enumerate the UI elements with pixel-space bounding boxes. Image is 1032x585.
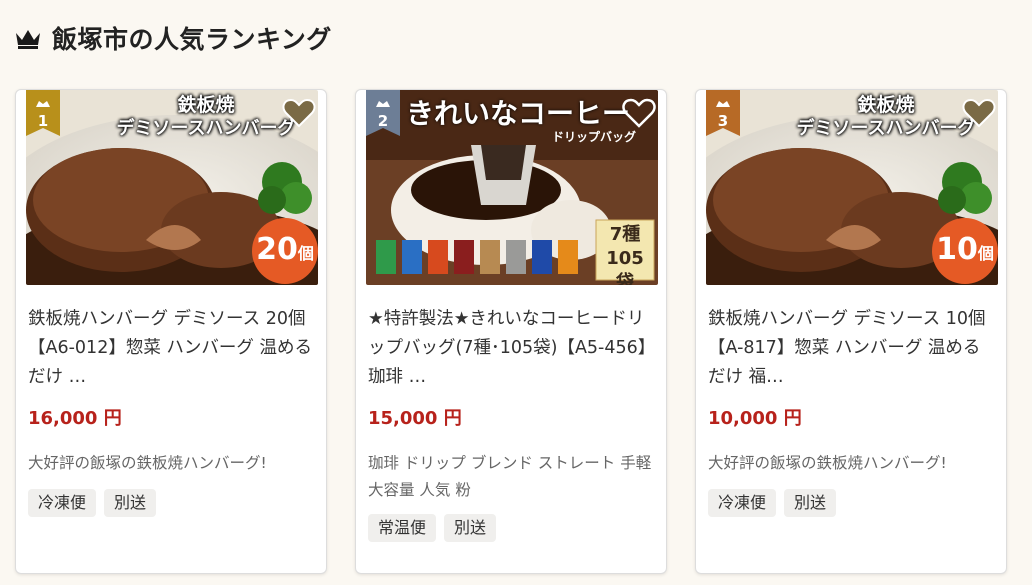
- product-name[interactable]: ★特許製法★きれいなコーヒードリップバッグ(7種･105袋)【A5-456】珈琲…: [368, 305, 656, 392]
- count-unit: 個: [977, 244, 994, 263]
- product-image[interactable]: 鉄板焼 デミソースハンバーグ 10 個: [706, 90, 998, 285]
- product-card[interactable]: きれいなコーヒー ドリップバッグ 7種 105袋 2 ★特許製法★きれいなコーヒ…: [355, 89, 667, 574]
- kinds-badge: 7種 105袋: [598, 223, 652, 285]
- product-name[interactable]: 鉄板焼ハンバーグ デミソース 20個【A6-012】惣菜 ハンバーグ 温めるだけ…: [28, 305, 316, 392]
- product-catchcopy: 珈琲 ドリップ ブレンド ストレート 手軽 大容量 人気 粉: [368, 454, 652, 499]
- product-catchcopy: 大好評の飯塚の鉄板焼ハンバーグ!: [708, 454, 947, 472]
- product-image[interactable]: きれいなコーヒー ドリップバッグ 7種 105袋: [366, 90, 658, 285]
- rank-badge-gold: 1: [26, 90, 60, 136]
- product-card[interactable]: 鉄板焼 デミソースハンバーグ 10 個 3 鉄板焼ハンバーグ デミソース 10個…: [695, 89, 1007, 574]
- product-catchcopy: 大好評の飯塚の鉄板焼ハンバーグ!: [28, 454, 267, 472]
- product-price: 10,000 円: [708, 408, 802, 429]
- product-image[interactable]: 鉄板焼 デミソースハンバーグ 20 個: [26, 90, 318, 285]
- crown-icon: [16, 30, 40, 49]
- product-card[interactable]: 鉄板焼 デミソースハンバーグ 20 個 1 鉄板焼ハンバーグ デミソース 20個…: [15, 89, 327, 574]
- heart-icon[interactable]: [962, 98, 996, 128]
- tag-list: 冷凍便 別送: [708, 489, 837, 517]
- tag-list: 冷凍便 別送: [28, 489, 157, 517]
- delivery-tag: 別送: [784, 489, 837, 517]
- overlay-title: きれいなコーヒー: [406, 97, 631, 130]
- rank-number: 1: [38, 112, 48, 130]
- heart-icon[interactable]: [282, 98, 316, 128]
- count-badge: 20 個: [252, 218, 318, 284]
- delivery-tag: 別送: [104, 489, 157, 517]
- count-number: 10: [936, 232, 978, 267]
- count-unit: 個: [297, 244, 314, 263]
- product-name[interactable]: 鉄板焼ハンバーグ デミソース 10個【A-817】惣菜 ハンバーグ 温めるだけ …: [708, 305, 996, 392]
- product-price: 16,000 円: [28, 408, 122, 429]
- rank-badge-silver: 2: [366, 90, 400, 136]
- ranking-header: 飯塚市の人気ランキング: [14, 18, 332, 58]
- page-title: 飯塚市の人気ランキング: [52, 25, 332, 54]
- shipping-tag: 冷凍便: [28, 489, 97, 517]
- shipping-tag: 冷凍便: [708, 489, 777, 517]
- product-price: 15,000 円: [368, 408, 462, 429]
- heart-icon[interactable]: [622, 98, 656, 128]
- overlay-line1: 鉄板焼: [177, 94, 235, 116]
- overlay-line2: デミソースハンバーグ: [116, 118, 296, 139]
- overlay-line2: デミソースハンバーグ: [796, 118, 976, 139]
- rank-badge-bronze: 3: [706, 90, 740, 136]
- rank-number: 2: [378, 112, 388, 130]
- overlay-subtitle: ドリップバッグ: [552, 130, 637, 144]
- delivery-tag: 別送: [444, 514, 497, 542]
- count-number: 20: [256, 232, 298, 267]
- shipping-tag: 常温便: [368, 514, 437, 542]
- tag-list: 常温便 別送: [368, 514, 497, 542]
- kinds-text: 7種: [609, 224, 641, 245]
- rank-number: 3: [718, 112, 728, 130]
- count-badge: 10 個: [932, 218, 998, 284]
- overlay-line1: 鉄板焼: [857, 94, 915, 116]
- bag-count-text: 105袋: [606, 248, 644, 285]
